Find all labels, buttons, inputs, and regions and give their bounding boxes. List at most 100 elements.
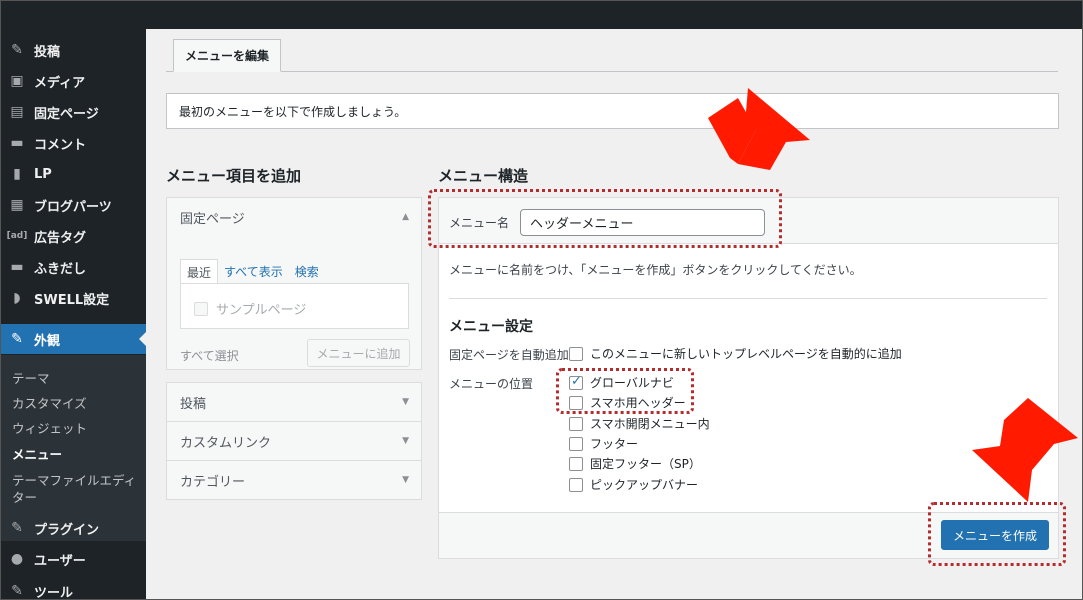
submenu-widgets[interactable]: ウィジェット [12,418,87,437]
location-label: スマホ開閉メニュー内 [590,417,710,431]
sidebar-item-plugins[interactable]: ✎ プラグイン [0,513,146,543]
sidebar-item-label: 投稿 [34,44,61,60]
user-icon: ● [10,551,24,567]
sidebar-item-media[interactable]: ▣ メディア [0,66,146,96]
auto-add-text: このメニューに新しいトップレベルページを自動的に追加 [590,347,902,361]
tab-view-all[interactable]: すべて表示 [218,259,289,285]
arrow-icon [708,88,810,170]
sidebar-item-label: プラグイン [34,522,100,538]
accordion-pages: 固定ページ ▲ 最近 すべて表示 検索 サンプルページ すべて選択 メニューに追加 [166,197,422,370]
accordion-pages-header[interactable]: 固定ページ ▲ [167,198,421,236]
page-list: サンプルページ [180,283,409,329]
accordion-posts-header[interactable]: 投稿 ▼ [167,383,421,421]
menu-structure-heading: メニュー構造 [438,167,529,185]
accordion-label: 固定ページ [180,211,245,227]
accordion-custom-links-header[interactable]: カスタムリンク ▼ [167,422,421,460]
chevron-down-icon: ▼ [402,475,409,485]
sidebar-item-label: SWELL設定 [34,292,110,308]
accordion-categories-header[interactable]: カテゴリー ▼ [167,461,421,499]
tab-search[interactable]: 検索 [289,259,325,285]
sidebar-item-swell-settings[interactable]: ◗ SWELL設定 [0,283,146,313]
ad-icon: [ad] [6,231,28,241]
accordion-posts: 投稿 ▼ [166,382,422,422]
swell-icon: ◗ [13,290,21,306]
menu-settings-heading: メニュー設定 [449,319,533,335]
location-option: 固定フッター（SP） [569,455,701,472]
sample-page-label: サンプルページ [216,303,307,318]
sidebar-item-label: ブログパーツ [34,199,112,215]
sidebar-item-ad-tags[interactable]: [ad] 広告タグ [0,221,146,251]
notice-box: 最初のメニューを以下で作成しましょう。 [166,93,1059,129]
submenu-customize[interactable]: カスタマイズ [12,393,87,412]
tab-edit-menu[interactable]: メニューを編集 [173,39,281,72]
auto-add-checkbox[interactable] [569,346,583,361]
sidebar-item-balloons[interactable]: ▬ ふきだし [0,252,146,282]
accordion-label: カテゴリー [180,474,246,490]
sidebar-item-label: 広告タグ [34,230,87,246]
plugin-icon: ✎ [11,520,23,536]
media-icon: ▣ [10,73,24,89]
document-icon: ▮ [13,166,21,182]
accordion-categories: カテゴリー ▼ [166,460,422,500]
highlight-create-button [928,502,1066,566]
menu-hint-text: メニューに名前をつけ、「メニューを作成」ボタンをクリックしてください。 [449,263,862,277]
location-option: スマホ開閉メニュー内 [569,415,710,432]
sidebar-item-label: ユーザー [34,553,86,569]
chevron-up-icon: ▲ [402,212,409,222]
arrow-icon [972,398,1078,502]
sidebar-item-pages[interactable]: ▤ 固定ページ [0,97,146,127]
sidebar-item-label: 固定ページ [34,106,99,122]
sidebar-item-label: ツール [34,585,74,600]
sidebar-item-lp[interactable]: ▮ LP [0,159,146,189]
sidebar-item-users[interactable]: ● ユーザー [0,544,146,574]
auto-add-option: このメニューに新しいトップレベルページを自動的に追加 [569,345,902,362]
add-to-menu-button[interactable]: メニューに追加 [307,339,410,367]
submenu-theme-file-editor-cont[interactable]: ター [12,487,37,506]
admin-topbar [0,0,1083,29]
location-sp-drawer-checkbox[interactable] [569,416,583,431]
pin-icon: ✎ [11,42,23,58]
sidebar-item-label: コメント [34,137,87,153]
location-fixed-footer-checkbox[interactable] [569,456,583,471]
tab-divider [166,71,1058,72]
sidebar-item-posts[interactable]: ✎ 投稿 [0,35,146,65]
chevron-down-icon: ▼ [402,436,409,446]
chevron-down-icon: ▼ [402,397,409,407]
location-label: フッター [590,437,639,451]
page-tabs: 最近 すべて表示 検索 [180,259,325,285]
admin-sidebar: ✎ 投稿 ▣ メディア ▤ 固定ページ ▬ コメント ▮ LP ▦ ブログパーツ [ad] 広… [0,29,146,600]
highlight-menu-name [428,189,782,248]
sidebar-item-blog-parts[interactable]: ▦ ブログパーツ [0,190,146,220]
tab-recent[interactable]: 最近 [180,259,219,285]
add-menu-items-heading: メニュー項目を追加 [166,167,302,185]
accordion-pages-body: 最近 すべて表示 検索 サンプルページ すべて選択 メニューに追加 [167,237,421,369]
location-option: ピックアップバナー [569,476,698,493]
sidebar-item-label: LP [34,166,52,182]
divider [449,298,1047,299]
submenu-menus[interactable]: メニュー [12,444,62,463]
location-footer-checkbox[interactable] [569,436,583,451]
balloon-icon: ▬ [10,259,24,275]
auto-add-label: 固定ページを自動追加 [449,348,569,362]
accordion-label: カスタムリンク [180,435,272,451]
sidebar-item-label: 外観 [34,333,61,349]
submenu-themes[interactable]: テーマ [12,368,50,387]
sample-page-checkbox[interactable] [194,301,208,316]
accordion-custom-links: カスタムリンク ▼ [166,421,422,461]
sidebar-item-label: ふきだし [34,261,87,277]
select-all-link[interactable]: すべて選択 [180,347,239,364]
sidebar-item-label: メディア [34,75,86,91]
comment-icon: ▬ [10,135,24,151]
tools-icon: ✎ [11,583,23,599]
highlight-location-option [556,368,694,414]
location-label: ピックアップバナー [590,478,699,492]
grid-icon: ▦ [10,197,24,213]
sidebar-item-appearance[interactable]: ✎ 外観 [0,324,146,354]
page-icon: ▤ [10,104,24,120]
location-pickup-banner-checkbox[interactable] [569,477,583,492]
sidebar-item-comments[interactable]: ▬ コメント [0,128,146,158]
list-item: サンプルページ [194,299,306,318]
accordion-label: 投稿 [180,396,207,412]
notice-text: 最初のメニューを以下で作成しましょう。 [179,104,407,119]
sidebar-item-tools[interactable]: ✎ ツール [0,576,146,600]
